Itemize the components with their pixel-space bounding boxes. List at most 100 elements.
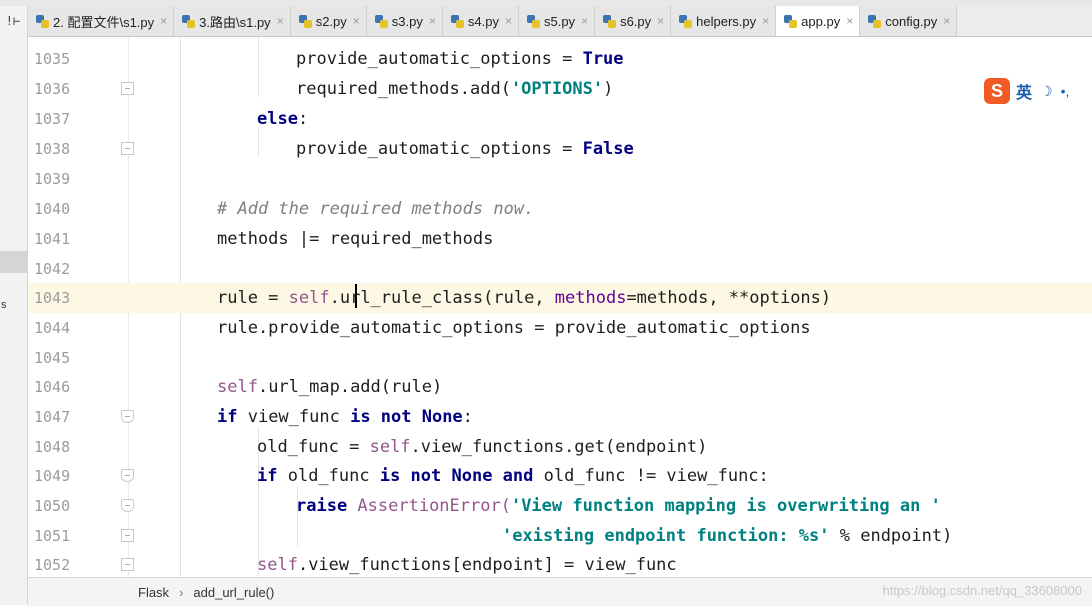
code-text: raise AssertionError('View function mapp… [296,496,941,516]
code-text: methods |= required_methods [217,229,494,249]
close-icon[interactable]: × [846,14,853,28]
moon-icon[interactable]: ☽ [1040,83,1053,100]
fold-start-icon[interactable] [121,410,134,423]
code-text: required_methods.add('OPTIONS') [296,79,614,99]
ime-toolbar[interactable]: S 英 ☽ •, [984,76,1092,106]
line-number: 1039 [34,170,71,188]
code-line[interactable]: 1037 else: [28,104,1092,134]
code-line[interactable]: 1050 raise AssertionError('View function… [28,491,1092,521]
editor-tab-bar: 2. 配置文件\s1.py × 3.路由\s1.py × s2.py × s3.py ×… [28,6,1092,37]
code-text: if old_func is not None and old_func != … [257,466,769,486]
code-editor[interactable]: 1035 provide_automatic_options = True 10… [28,37,1092,577]
line-number: 1042 [34,260,71,278]
python-file-icon [182,14,196,28]
breadcrumb-method[interactable]: add_url_rule() [193,585,274,600]
code-text: old_func = self.view_functions.get(endpo… [257,437,708,457]
code-line[interactable]: 1051 'existing endpoint function: %s' % … [28,521,1092,551]
line-number: 1045 [34,349,71,367]
tool-window-highlight[interactable] [0,251,27,273]
line-number: 1043 [34,289,71,307]
ime-language-toggle[interactable]: 英 [1016,79,1032,103]
close-icon[interactable]: × [581,14,588,28]
tab-app[interactable]: app.py × [776,6,861,36]
code-line[interactable]: 1042 [28,254,1092,284]
close-icon[interactable]: × [943,14,950,28]
python-file-icon [868,14,882,28]
code-line[interactable]: 1044 rule.provide_automatic_options = pr… [28,313,1092,343]
close-icon[interactable]: × [762,14,769,28]
line-number: 1047 [34,408,71,426]
tab-label: s4.py [467,13,499,29]
sogou-logo-icon[interactable]: S [984,78,1010,104]
tab-s5[interactable]: s5.py × [518,6,596,36]
tab-helpers[interactable]: helpers.py × [671,6,777,36]
code-comment: # Add the required methods now. [217,199,535,219]
code-line[interactable]: 1041 methods |= required_methods [28,224,1092,254]
tab-s6[interactable]: s6.py × [595,6,672,36]
current-code-line[interactable]: 1043 rule = self.url_rule_class(rule, me… [28,283,1092,313]
code-text: provide_automatic_options = True [296,49,624,69]
close-icon[interactable]: × [657,14,664,28]
line-number: 1037 [34,110,71,128]
python-file-icon [298,14,312,28]
line-number: 1052 [34,556,71,574]
code-line[interactable]: 1046 self.url_map.add(rule) [28,372,1092,402]
tab-label: 2. 配置文件\s1.py [53,14,155,30]
python-file-icon [603,14,617,28]
tab-route-s1[interactable]: 3.路由\s1.py × [174,6,291,36]
tab-label: s2.py [315,13,347,29]
line-number: 1046 [34,378,71,396]
code-line[interactable]: 1035 provide_automatic_options = True [28,44,1092,74]
code-line[interactable]: 1048 old_func = self.view_functions.get(… [28,432,1092,462]
tab-label: helpers.py [696,13,757,29]
fold-end-icon[interactable] [121,529,134,542]
breadcrumb-class[interactable]: Flask [138,585,169,600]
code-line[interactable]: 1039 [28,164,1092,194]
structure-tool-icon[interactable]: !⊢ [3,12,23,30]
close-icon[interactable]: × [160,14,167,28]
code-text: else: [257,109,309,129]
tab-s4[interactable]: s4.py × [442,6,519,36]
code-text: if view_func is not None: [217,407,473,427]
code-text: self.view_functions[endpoint] = view_fun… [257,555,677,575]
line-number: 1038 [34,140,71,158]
fold-start-icon[interactable] [121,469,134,482]
code-line[interactable]: 1049 if old_func is not None and old_fun… [28,461,1092,491]
fold-end-icon[interactable] [121,558,134,571]
tab-s3[interactable]: s3.py × [366,6,443,36]
fold-start-icon[interactable] [121,499,134,512]
tab-label: s3.py [391,13,423,29]
tab-s2[interactable]: s2.py × [290,6,367,36]
punctuation-icon[interactable]: •, [1061,83,1070,99]
fold-end-icon[interactable] [121,142,134,155]
code-line[interactable]: 1038 provide_automatic_options = False [28,134,1092,164]
tab-label: 3.路由\s1.py [199,14,271,30]
fold-end-icon[interactable] [121,82,134,95]
python-file-icon [374,14,388,28]
code-line[interactable]: 1040 # Add the required methods now. [28,194,1092,224]
code-line[interactable]: 1047 if view_func is not None: [28,402,1092,432]
code-line[interactable]: 1052 self.view_functions[endpoint] = vie… [28,550,1092,577]
left-tool-strip: !⊢ s [0,6,28,605]
code-line[interactable]: 1036 required_methods.add('OPTIONS') [28,74,1092,104]
code-line[interactable]: 1045 [28,343,1092,373]
line-number: 1048 [34,438,71,456]
python-file-icon [526,14,540,28]
watermark-text: https://blog.csdn.net/qq_33608000 [882,583,1083,598]
code-text: provide_automatic_options = False [296,139,634,159]
tab-config-s1[interactable]: 2. 配置文件\s1.py × [28,6,175,36]
line-number: 1050 [34,497,71,515]
close-icon[interactable]: × [277,14,284,28]
tab-label: config.py [885,13,938,29]
close-icon[interactable]: × [429,14,436,28]
code-text: self.url_map.add(rule) [217,377,443,397]
close-icon[interactable]: × [353,14,360,28]
line-number: 1036 [34,80,71,98]
tab-config[interactable]: config.py × [860,6,958,36]
side-panel-label[interactable]: s [1,299,7,311]
code-text: rule = self.url_rule_class(rule, methods… [217,288,832,308]
close-icon[interactable]: × [505,14,512,28]
text-caret [355,284,357,308]
line-number: 1035 [34,50,71,68]
code-text: rule.provide_automatic_options = provide… [217,318,811,338]
